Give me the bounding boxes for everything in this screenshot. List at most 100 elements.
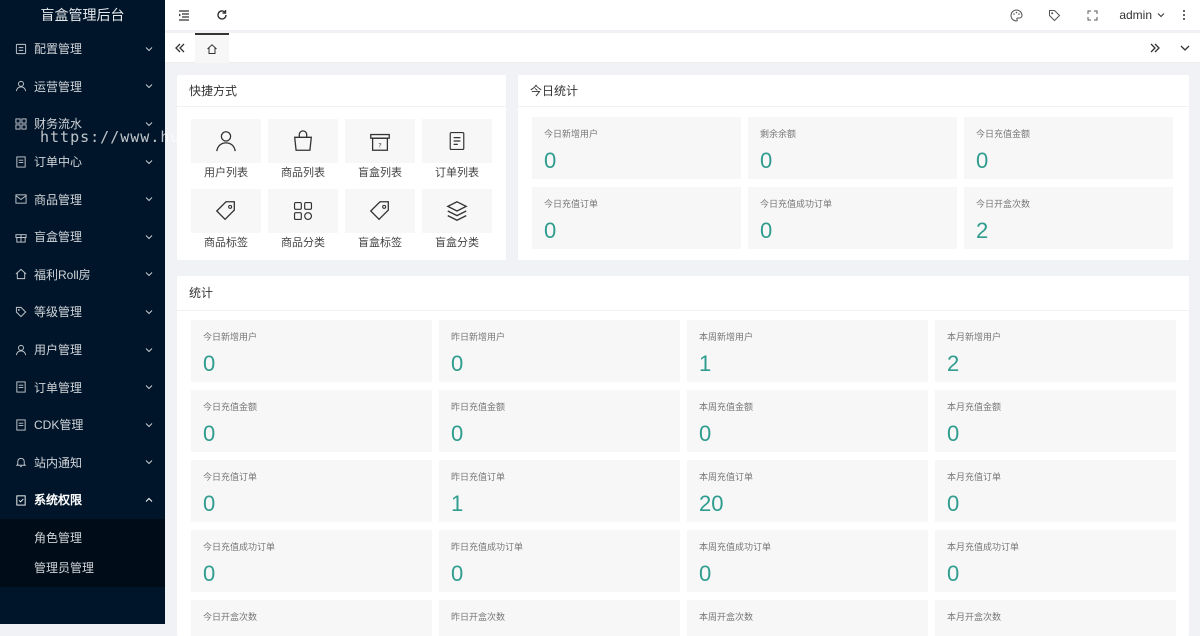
quick-access-grid: 用户列表 商品列表? 盲盒列表 订单列表商品标签 商品分类 盲盒标签 盲盒分类 — [177, 107, 506, 265]
user-menu[interactable]: admin — [1111, 0, 1174, 30]
sidebar-item-5[interactable]: 盲盒管理 — [0, 218, 165, 256]
more-vertical-icon — [1183, 10, 1185, 20]
quick-item-6[interactable]: 盲盒标签 — [345, 189, 415, 253]
sidebar-item-label: 盲盒管理 — [34, 230, 83, 245]
stat-label: 本周新增用户 — [699, 332, 754, 342]
stat-label: 今日充值订单 — [544, 199, 599, 209]
user-icon — [191, 119, 261, 163]
tab-scroll-right-button[interactable] — [1140, 33, 1170, 63]
refresh-button[interactable] — [203, 0, 241, 30]
stats-card: 统计 今日新增用户 0 昨日新增用户 0 本周新增用户 1 本月新增用户 2 今日充值金额 0 昨日… — [177, 276, 1189, 636]
stat-value: 0 — [976, 148, 989, 173]
sidebar-item-3[interactable]: 订单中心 — [0, 143, 165, 181]
stat-label: 昨日充值订单 — [451, 472, 506, 482]
theme-button[interactable] — [997, 0, 1035, 30]
sidebar-item-9[interactable]: 订单管理 — [0, 368, 165, 406]
sidebar-item-label: 运营管理 — [34, 79, 83, 94]
stat-label: 今日开盒次数 — [203, 612, 258, 622]
fullscreen-button[interactable] — [1073, 0, 1111, 30]
more-button[interactable] — [1174, 0, 1194, 30]
sidebar-item-12[interactable]: 系统权限 — [0, 481, 165, 519]
sidebar-item-label: 配置管理 — [34, 42, 83, 57]
tag-icon — [191, 189, 261, 233]
tag-icon — [1048, 9, 1061, 21]
stat-label: 今日充值金额 — [203, 402, 258, 412]
chevron-down-icon — [145, 460, 153, 465]
sidebar-item-10[interactable]: CDK管理 — [0, 406, 165, 444]
today-stats-title: 今日统计 — [518, 75, 1189, 107]
stat-tile: 本月充值成功订单 0 — [935, 530, 1176, 592]
stat-value: 0 — [203, 421, 216, 446]
quick-item-1[interactable]: 商品列表 — [268, 119, 338, 183]
document-icon — [14, 418, 27, 431]
tag-icon — [345, 189, 415, 233]
stat-value: 0 — [947, 561, 960, 586]
stat-label: 本周充值订单 — [699, 472, 754, 482]
stat-value: 0 — [699, 421, 712, 446]
refresh-icon — [217, 10, 227, 20]
sidebar-item-4[interactable]: 商品管理 — [0, 180, 165, 218]
chevron-down-icon — [145, 122, 153, 127]
sidebar-item-6[interactable]: 福利Roll房 — [0, 256, 165, 294]
chevron-up-icon — [145, 497, 153, 502]
sidebar-item-label: CDK管理 — [34, 418, 84, 433]
stat-value: 0 — [699, 561, 712, 586]
tab-home[interactable] — [195, 32, 229, 63]
stat-label: 今日充值金额 — [976, 129, 1031, 139]
chevron-down-icon — [145, 385, 153, 390]
sidebar-item-11[interactable]: 站内通知 — [0, 444, 165, 482]
home-icon — [207, 43, 217, 54]
stat-tile: 昨日充值成功订单 0 — [439, 530, 680, 592]
grid-icon — [14, 117, 27, 130]
stat-value: 0 — [203, 561, 216, 586]
stat-tile: 昨日充值金额 0 — [439, 390, 680, 452]
stat-tile: 本周充值成功订单 0 — [687, 530, 928, 592]
quick-access-title: 快捷方式 — [177, 75, 506, 107]
quick-item-3[interactable]: 订单列表 — [422, 119, 492, 183]
stat-tile: 本周新增用户 1 — [687, 320, 928, 382]
stat-label: 本月开盒次数 — [947, 612, 1002, 622]
sidebar-menu: 配置管理 运营管理 财务流水 订单中心 商品管理 盲盒管理 福利Roll房 等级管理 用户管理订… — [0, 30, 165, 587]
chevron-down-icon — [145, 310, 153, 315]
sidebar-item-label: 等级管理 — [34, 305, 83, 320]
sidebar-item-8[interactable]: 用户管理 — [0, 331, 165, 369]
mystery-box-icon: ? — [345, 119, 415, 163]
quick-item-2[interactable]: ? 盲盒列表 — [345, 119, 415, 183]
sidebar-item-1[interactable]: 运营管理 — [0, 68, 165, 106]
chevron-down-icon — [145, 84, 153, 89]
sidebar-item-label: 福利Roll房 — [34, 267, 91, 282]
stat-value: 2 — [976, 218, 989, 243]
tab-scroll-left-button[interactable] — [165, 33, 195, 63]
sidebar-item-0[interactable]: 配置管理 — [0, 30, 165, 68]
stat-tile: 今日新增用户 0 — [191, 320, 432, 382]
collapse-menu-button[interactable] — [165, 0, 203, 30]
sidebar-subitem-1[interactable]: 管理员管理 — [0, 553, 165, 583]
stat-label: 今日开盒次数 — [976, 199, 1031, 209]
sidebar-item-7[interactable]: 等级管理 — [0, 293, 165, 331]
sidebar-item-label: 站内通知 — [34, 455, 83, 470]
sidebar-subitem-0[interactable]: 角色管理 — [0, 523, 165, 553]
stat-tile: 今日充值订单 0 — [191, 460, 432, 522]
app-title: 盲盒管理后台 — [40, 7, 125, 23]
stat-label: 本周开盒次数 — [699, 612, 754, 622]
sidebar-item-label: 用户管理 — [34, 343, 83, 358]
stat-value: 0 — [544, 148, 557, 173]
tab-menu-button[interactable] — [1170, 33, 1200, 63]
sidebar-item-label: 系统权限 — [34, 493, 83, 508]
sidebar: 盲盒管理后台 配置管理 运营管理 财务流水 订单中心 商品管理 盲盒管理 福利Roll房 等级… — [0, 0, 165, 624]
indent-icon — [179, 10, 189, 21]
quick-item-4[interactable]: 商品标签 — [191, 189, 261, 253]
chevron-down-icon — [145, 234, 153, 239]
tag-button[interactable] — [1035, 0, 1073, 30]
chevron-down-icon — [1180, 45, 1190, 51]
sidebar-submenu: 角色管理 管理员管理 — [0, 518, 165, 587]
quick-item-0[interactable]: 用户列表 — [191, 119, 261, 183]
chevron-down-icon — [1157, 13, 1165, 18]
stat-label: 昨日充值金额 — [451, 402, 506, 412]
quick-item-5[interactable]: 商品分类 — [268, 189, 338, 253]
quick-item-7[interactable]: 盲盒分类 — [422, 189, 492, 253]
stat-label: 今日新增用户 — [544, 129, 599, 139]
category-icon — [268, 189, 338, 233]
quick-item-label: 商品标签 — [204, 237, 248, 249]
stat-label: 剩余余额 — [760, 129, 797, 139]
